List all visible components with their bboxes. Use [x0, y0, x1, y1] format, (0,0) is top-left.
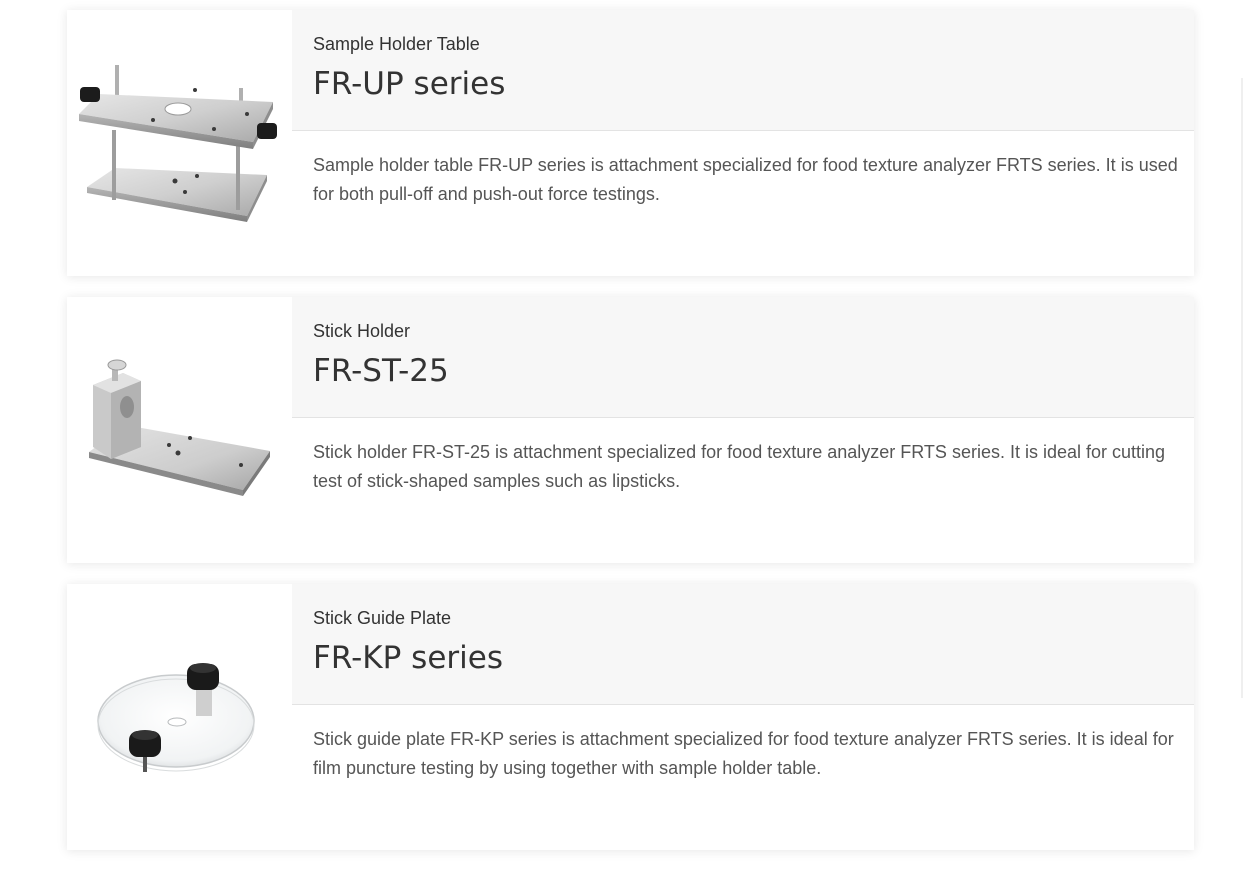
product-card-fr-st-25[interactable]: Stick Holder FR-ST-25 Stick holder FR-ST… [67, 297, 1194, 563]
product-model-title[interactable]: FR-KP series [313, 640, 503, 676]
product-model-title[interactable]: FR-ST-25 [313, 353, 449, 389]
product-card-fr-up[interactable]: Sample Holder Table FR-UP series Sample … [67, 10, 1194, 276]
product-model-title[interactable]: FR-UP series [313, 66, 505, 102]
product-list-page: Sample Holder Table FR-UP series Sample … [0, 0, 1243, 877]
product-description: Stick holder FR-ST-25 is attachment spec… [313, 442, 1166, 491]
stick-holder-photo [67, 297, 292, 563]
product-card-fr-kp[interactable]: Stick Guide Plate FR-KP series Stick gui… [67, 584, 1194, 850]
product-category: Stick Holder [313, 321, 411, 341]
sample-holder-table-photo [67, 10, 292, 276]
product-description: Sample holder table FR-UP series is atta… [313, 155, 1178, 204]
product-category: Stick Guide Plate [313, 608, 452, 628]
product-header: Stick Guide Plate FR-KP series [292, 584, 1194, 705]
product-description: Stick guide plate FR-KP series is attach… [313, 729, 1174, 778]
product-category: Sample Holder Table [313, 34, 480, 54]
product-header: Stick Holder FR-ST-25 [292, 297, 1194, 418]
product-header: Sample Holder Table FR-UP series [292, 10, 1194, 131]
stick-guide-plate-photo [67, 584, 292, 850]
